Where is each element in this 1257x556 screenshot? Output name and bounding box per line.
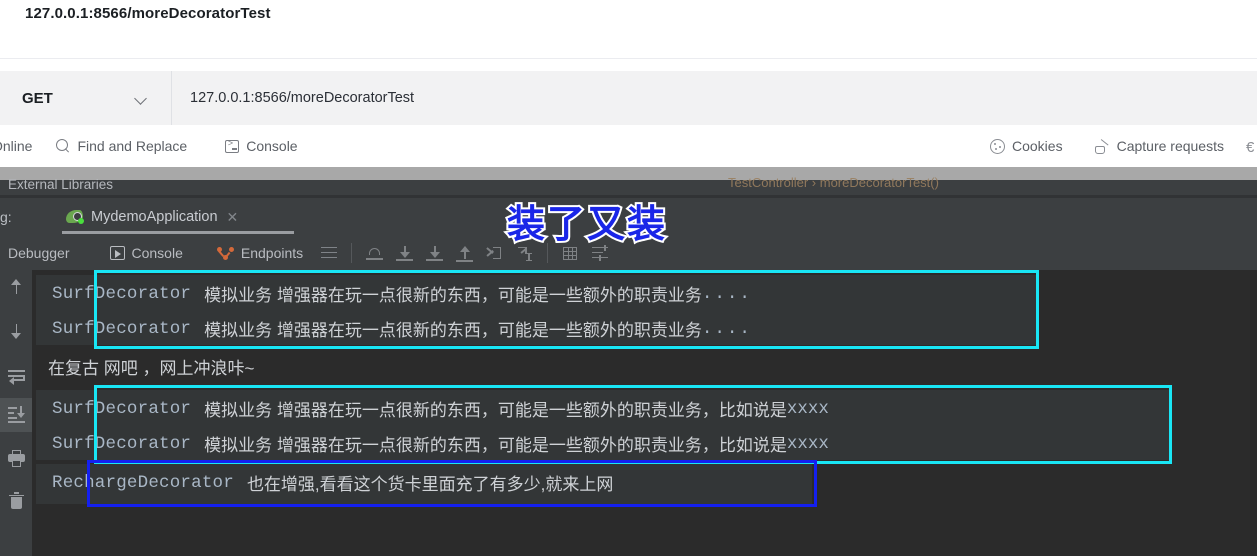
print-icon[interactable] bbox=[0, 442, 32, 476]
console-line-suffix: xxxx bbox=[786, 433, 829, 454]
console-output-area: SurfDecorator 模拟业务 增强器在玩一点很新的东西，可能是一些额外的… bbox=[0, 270, 1257, 556]
http-client-pane: 127.0.0.1:8566/moreDecoratorTest GET 127… bbox=[0, 0, 1257, 180]
method-label: GET bbox=[22, 89, 53, 107]
console-line: SurfDecorator 模拟业务 增强器在玩一点很新的东西，可能是一些额外的… bbox=[52, 275, 752, 312]
debug-label-prefix: g: bbox=[0, 209, 12, 225]
console-line-message: 也在增强,看看这个货卡里面充了有多少,就来上网 bbox=[246, 475, 614, 494]
divider bbox=[351, 243, 353, 263]
console-line-message: 模拟业务 增强器在玩一点很新的东西，可能是一些额外的职责业务，比如说是 bbox=[204, 436, 787, 455]
console-line: 在复古 网吧 ，网上冲浪咔~ bbox=[48, 348, 254, 385]
step-into-icon[interactable] bbox=[396, 245, 414, 262]
console-line-suffix: xxxx bbox=[786, 398, 829, 419]
scroll-up-icon[interactable] bbox=[0, 270, 32, 304]
menu-lines-icon[interactable] bbox=[321, 246, 338, 260]
online-label: Online bbox=[0, 138, 33, 154]
divider bbox=[0, 58, 1257, 59]
capture-requests-label: Capture requests bbox=[1116, 138, 1224, 154]
find-and-replace-button[interactable]: Find and Replace bbox=[56, 125, 187, 167]
tab-debugger[interactable]: Debugger bbox=[8, 245, 70, 261]
cookies-button[interactable]: Cookies bbox=[990, 125, 1063, 167]
method-select[interactable]: GET bbox=[0, 71, 172, 125]
console-line-class: SurfDecorator bbox=[52, 398, 192, 419]
console-line: RechargeDecorator 也在增强,看看这个货卡里面充了有多少,就来上… bbox=[52, 464, 613, 501]
console-line: SurfDecorator 模拟业务 增强器在玩一点很新的东西，可能是一些额外的… bbox=[52, 310, 752, 347]
console-line-class: SurfDecorator bbox=[52, 283, 192, 304]
tab-endpoints[interactable]: Endpoints bbox=[216, 245, 304, 261]
force-step-into-icon[interactable] bbox=[426, 245, 444, 262]
find-and-replace-label: Find and Replace bbox=[77, 138, 188, 154]
console-line-class: SurfDecorator bbox=[52, 433, 192, 454]
tab-console[interactable]: Console bbox=[109, 245, 183, 261]
watermark-text: 装了又装 bbox=[505, 200, 668, 248]
request-url-row: GET 127.0.0.1:8566/moreDecoratorTest bbox=[0, 71, 1257, 125]
console-text[interactable]: SurfDecorator 模拟业务 增强器在玩一点很新的东西，可能是一些额外的… bbox=[32, 270, 1257, 556]
request-title: 127.0.0.1:8566/moreDecoratorTest bbox=[25, 5, 271, 22]
soft-wrap-icon[interactable] bbox=[0, 360, 32, 394]
console-line-suffix: .... bbox=[701, 318, 752, 339]
http-toolbar: Online Find and Replace Console Cookies … bbox=[0, 125, 1257, 167]
step-out-icon[interactable] bbox=[456, 245, 474, 262]
console-line: SurfDecorator 模拟业务 增强器在玩一点很新的东西，可能是一些额外的… bbox=[52, 390, 829, 427]
tab-debugger-label: Debugger bbox=[8, 245, 70, 261]
step-over-icon[interactable] bbox=[366, 245, 384, 262]
euro-icon: € bbox=[1246, 138, 1255, 156]
console-gutter bbox=[0, 270, 32, 556]
online-status[interactable]: Online bbox=[0, 125, 32, 167]
cookie-icon bbox=[990, 138, 1005, 154]
run-tab-mydemoapplication[interactable]: MydemoApplication ✕ bbox=[30, 198, 296, 236]
run-to-cursor-icon[interactable] bbox=[486, 245, 503, 262]
console-run-icon bbox=[109, 246, 125, 260]
console-line-class: SurfDecorator bbox=[52, 318, 192, 339]
pane-separator bbox=[0, 167, 1257, 180]
run-tab-label: MydemoApplication bbox=[91, 209, 218, 225]
console-label: Console bbox=[246, 138, 298, 154]
console-line-message: 在复古 网吧 ，网上冲浪咔~ bbox=[48, 359, 255, 378]
console-line-message: 模拟业务 增强器在玩一点很新的东西，可能是一些额外的职责业务 bbox=[204, 321, 702, 340]
cookies-label: Cookies bbox=[1012, 138, 1063, 154]
tab-endpoints-label: Endpoints bbox=[240, 245, 304, 261]
endpoints-icon bbox=[216, 246, 234, 261]
console-line-suffix: .... bbox=[701, 283, 752, 304]
tab-console-label: Console bbox=[131, 245, 183, 261]
close-icon[interactable]: ✕ bbox=[227, 209, 239, 226]
capture-requests-icon bbox=[1094, 139, 1110, 154]
scroll-down-icon[interactable] bbox=[0, 315, 32, 349]
spring-boot-icon bbox=[66, 209, 84, 225]
console-icon bbox=[225, 139, 240, 153]
project-tree-item[interactable]: External Libraries bbox=[8, 177, 113, 192]
breadcrumb: TestController › moreDecoratorTest() bbox=[728, 175, 939, 190]
trash-icon[interactable] bbox=[0, 484, 32, 518]
console-line-message: 模拟业务 增强器在玩一点很新的东西，可能是一些额外的职责业务，比如说是 bbox=[204, 401, 787, 420]
capture-requests-button[interactable]: Capture requests bbox=[1094, 125, 1224, 167]
scroll-to-end-icon[interactable] bbox=[0, 398, 32, 432]
console-line: SurfDecorator 模拟业务 增强器在玩一点很新的东西，可能是一些额外的… bbox=[52, 425, 829, 462]
console-button[interactable]: Console bbox=[225, 125, 298, 167]
currency-button[interactable]: € bbox=[1246, 125, 1257, 167]
search-icon bbox=[56, 139, 70, 153]
chevron-down-icon bbox=[136, 93, 147, 104]
url-input[interactable]: 127.0.0.1:8566/moreDecoratorTest bbox=[172, 71, 1257, 125]
console-line-class: RechargeDecorator bbox=[52, 472, 234, 493]
console-line-message: 模拟业务 增强器在玩一点很新的东西，可能是一些额外的职责业务 bbox=[204, 286, 702, 305]
url-value: 127.0.0.1:8566/moreDecoratorTest bbox=[190, 90, 415, 106]
